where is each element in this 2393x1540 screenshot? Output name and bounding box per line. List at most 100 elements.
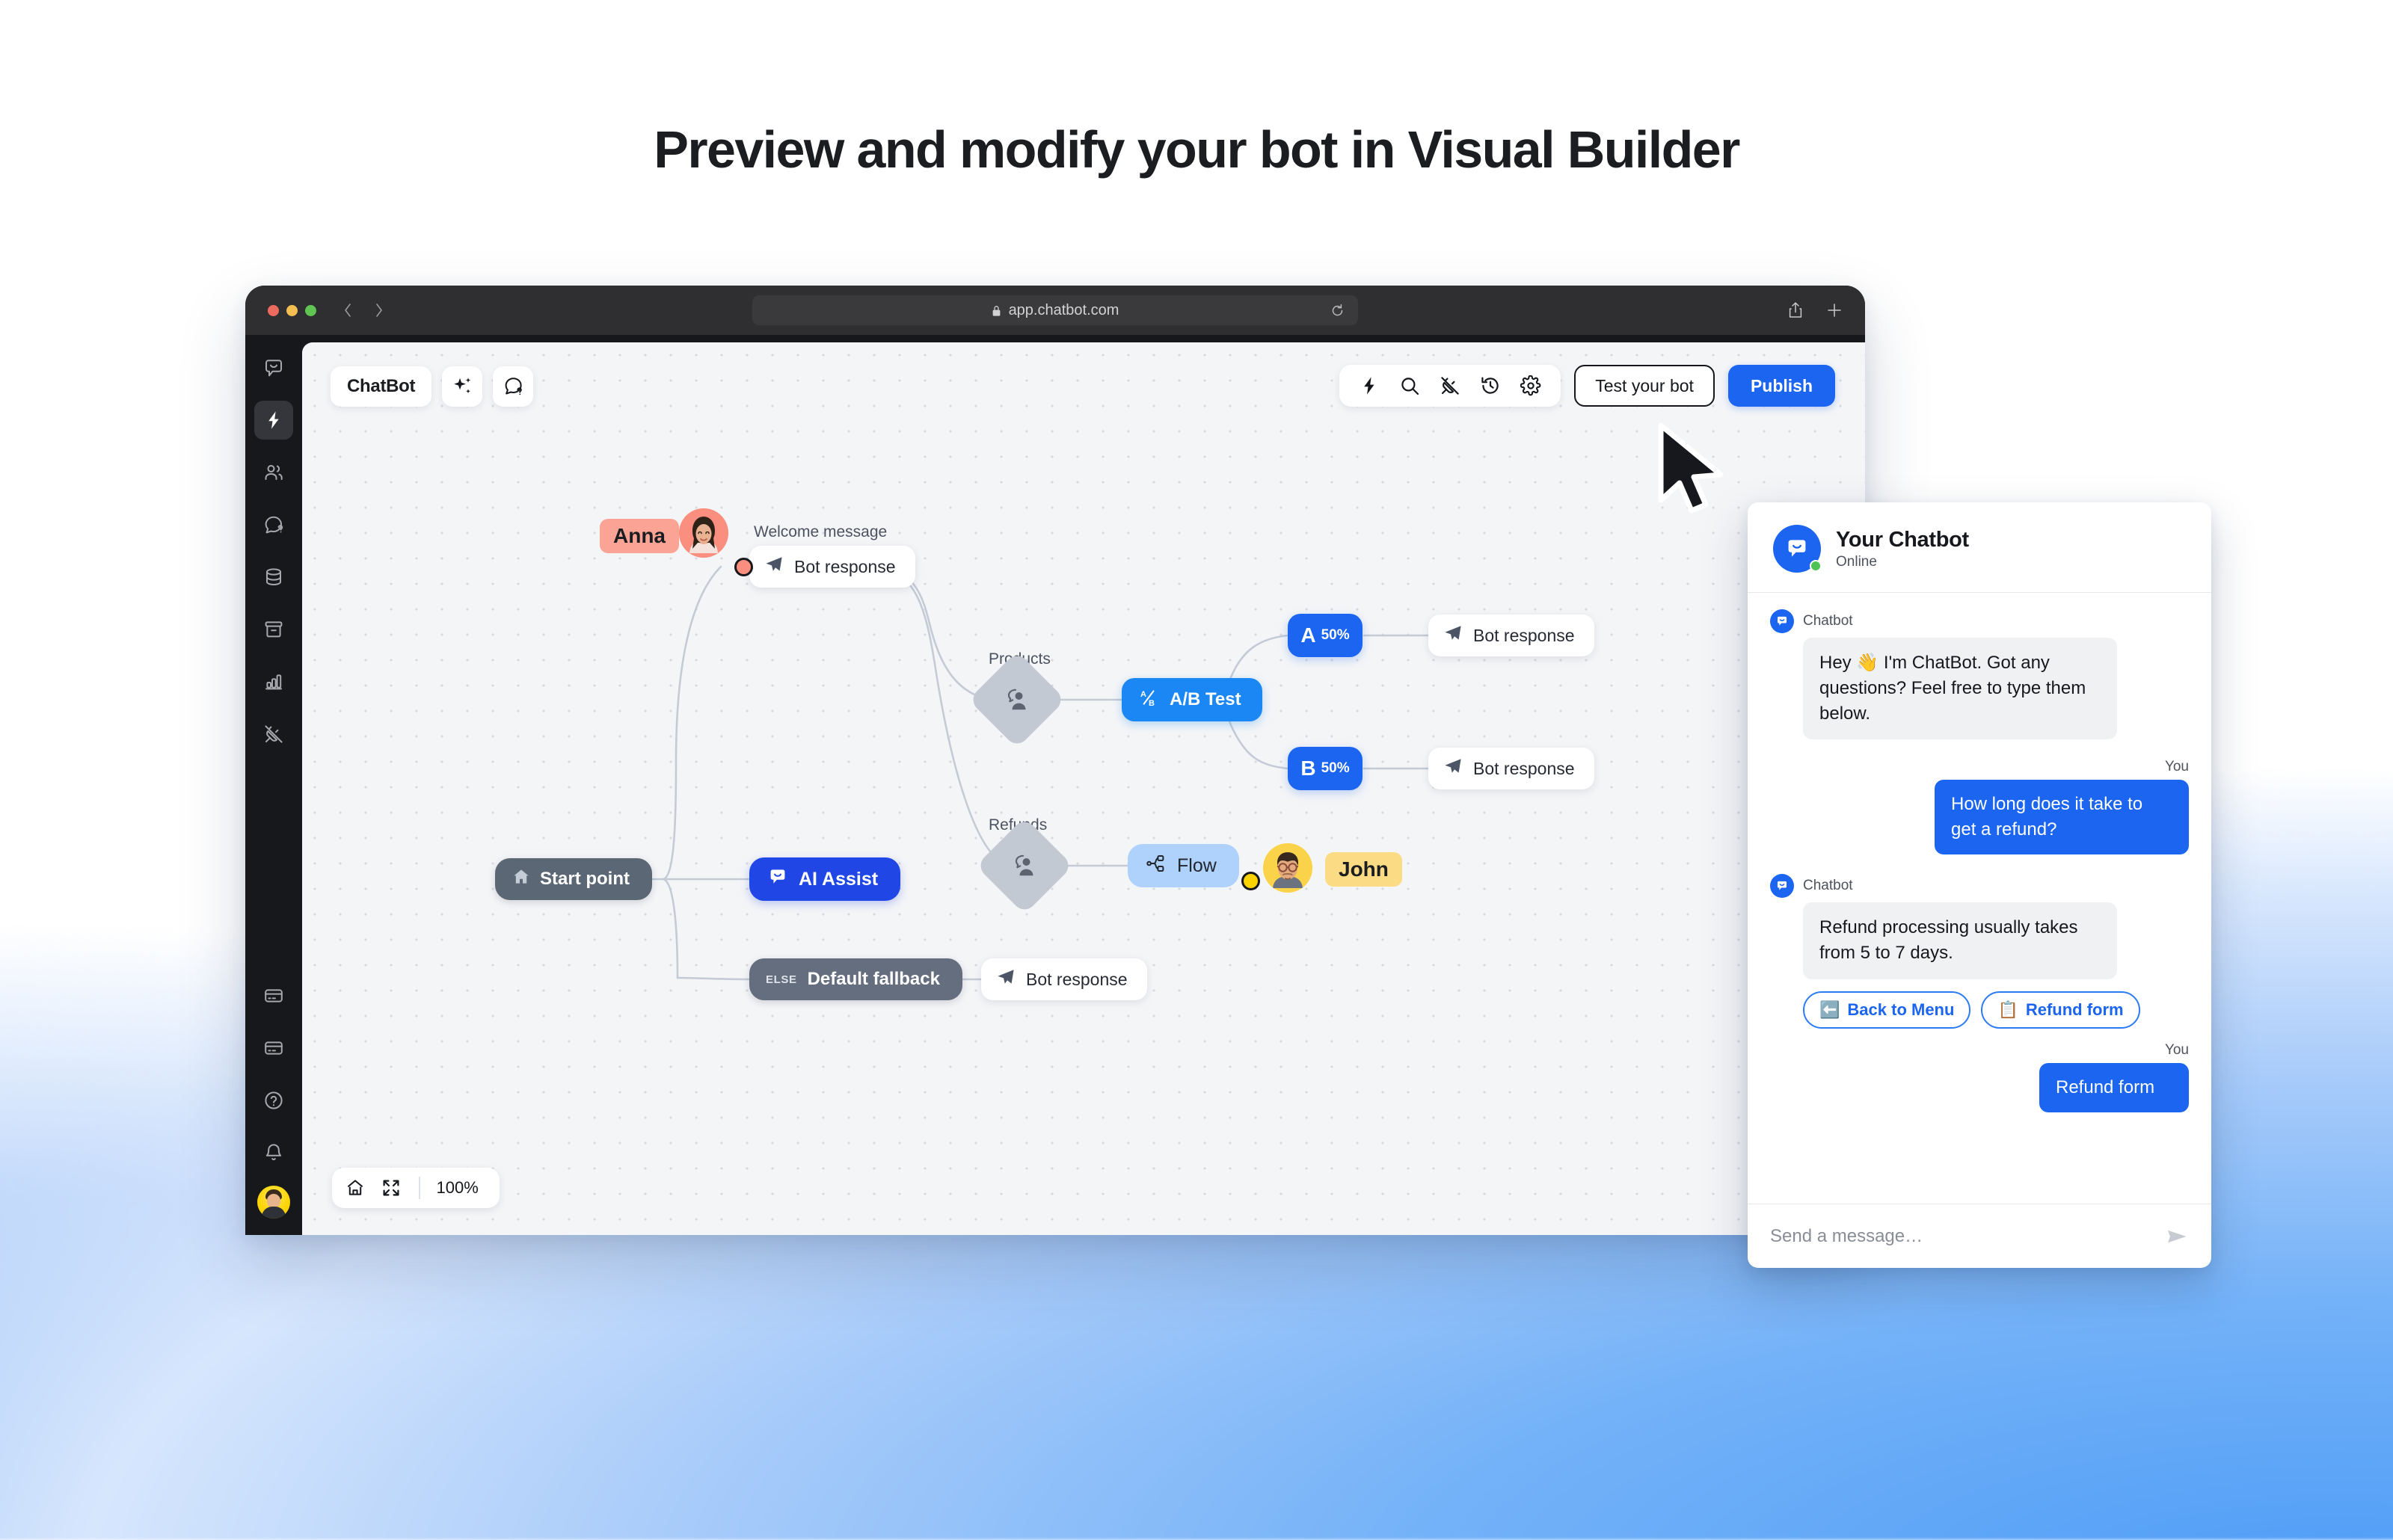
url-text: app.chatbot.com bbox=[1008, 301, 1119, 318]
sidebar-item-subscription[interactable] bbox=[254, 1029, 293, 1068]
canvas-icon-group[interactable] bbox=[1339, 365, 1561, 407]
node-variant-b[interactable]: B 50% bbox=[1288, 747, 1363, 790]
maximize-button[interactable] bbox=[305, 304, 316, 316]
send-icon[interactable] bbox=[2165, 1225, 2189, 1248]
sidebar-item-archive[interactable] bbox=[254, 610, 293, 649]
collaborator-avatar-anna bbox=[679, 508, 728, 558]
close-button[interactable] bbox=[268, 304, 279, 316]
collaborator-cursor-john bbox=[1241, 872, 1260, 890]
flow-canvas[interactable]: ChatBot Test your bot Publish Start poin… bbox=[302, 342, 1865, 1235]
share-icon[interactable] bbox=[1787, 301, 1804, 319]
message-input[interactable] bbox=[1770, 1225, 2165, 1247]
canvas-toolbar[interactable]: Test your bot Publish bbox=[1339, 365, 1835, 407]
svg-text:B: B bbox=[1149, 699, 1155, 708]
node-label: Bot response bbox=[1473, 758, 1575, 778]
new-tab-icon[interactable] bbox=[1826, 302, 1843, 318]
browser-actions[interactable] bbox=[1787, 301, 1843, 319]
variant-letter: A bbox=[1300, 623, 1316, 647]
sidebar-item-automations[interactable] bbox=[254, 401, 293, 440]
settings-icon[interactable] bbox=[1520, 375, 1541, 396]
sidebar-item-billing[interactable] bbox=[254, 976, 293, 1015]
message-sender: Chatbot bbox=[1770, 609, 2189, 633]
sidebar-item-chatbot-logo[interactable] bbox=[254, 348, 293, 387]
quick-reply-label: Back to Menu bbox=[1847, 1000, 1955, 1019]
chatbot-logo-icon bbox=[767, 866, 788, 893]
message-sender: You bbox=[2164, 1041, 2189, 1058]
variant-percent: 50% bbox=[1321, 760, 1350, 776]
sidebar-item-help[interactable] bbox=[254, 1081, 293, 1120]
quick-reply-label: Refund form bbox=[2025, 1000, 2124, 1019]
sidebar-item-conversations[interactable] bbox=[254, 505, 293, 544]
sparkles-icon[interactable] bbox=[442, 366, 483, 407]
zoom-controls[interactable]: 100% bbox=[332, 1168, 500, 1208]
browser-nav[interactable] bbox=[342, 301, 385, 319]
divider bbox=[419, 1177, 420, 1199]
node-label: Flow bbox=[1177, 854, 1217, 876]
lock-icon bbox=[992, 304, 1001, 316]
widget-status: Online bbox=[1836, 553, 1877, 570]
history-icon[interactable] bbox=[1480, 375, 1501, 396]
node-label: Default fallback bbox=[807, 969, 940, 989]
canvas-top-left-controls[interactable]: ChatBot bbox=[331, 366, 534, 407]
publish-button[interactable]: Publish bbox=[1727, 365, 1835, 407]
back-arrow-emoji-icon: ⬅️ bbox=[1819, 1000, 1840, 1019]
chatbot-logo-icon bbox=[1770, 874, 1794, 899]
send-icon bbox=[764, 555, 784, 579]
node-products-branch[interactable] bbox=[968, 650, 1066, 749]
flow-connectors bbox=[627, 565, 1431, 981]
fit-screen-icon[interactable] bbox=[375, 1172, 407, 1204]
chat-question-icon[interactable] bbox=[493, 366, 534, 407]
sidebar-item-knowledge-base[interactable] bbox=[254, 558, 293, 597]
online-status-dot bbox=[1810, 560, 1822, 572]
test-your-bot-button[interactable]: Test your bot bbox=[1574, 365, 1715, 407]
ab-split-icon: AB bbox=[1138, 687, 1159, 713]
node-welcome-bot-response[interactable]: Bot response bbox=[749, 546, 915, 588]
integrations-icon[interactable] bbox=[1440, 375, 1460, 396]
node-variant-a-response[interactable]: Bot response bbox=[1428, 615, 1594, 656]
sidebar-item-notifications[interactable] bbox=[254, 1133, 293, 1172]
widget-composer[interactable] bbox=[1748, 1204, 2211, 1268]
node-fallback-response[interactable]: Bot response bbox=[981, 958, 1147, 1000]
send-icon bbox=[1443, 623, 1463, 647]
node-default-fallback[interactable]: ELSE Default fallback bbox=[749, 958, 962, 1000]
node-start-point[interactable]: Start point bbox=[495, 858, 652, 900]
avatar[interactable] bbox=[257, 1186, 290, 1219]
node-flow[interactable]: Flow bbox=[1128, 844, 1239, 887]
reload-icon[interactable] bbox=[1330, 304, 1345, 318]
label-welcome-message: Welcome message bbox=[754, 523, 888, 540]
url-bar[interactable]: app.chatbot.com bbox=[752, 295, 1358, 325]
node-label: Bot response bbox=[794, 556, 896, 576]
flow-branch-icon bbox=[1146, 853, 1167, 879]
quick-reply-back-to-menu[interactable]: ⬅️ Back to Menu bbox=[1803, 991, 1971, 1029]
message-bubble: How long does it take to get a refund? bbox=[1935, 780, 2189, 855]
sidebar-item-analytics[interactable] bbox=[254, 662, 293, 701]
sidebar-item-contacts[interactable] bbox=[254, 453, 293, 492]
home-icon[interactable] bbox=[340, 1172, 371, 1204]
node-variant-a[interactable]: A 50% bbox=[1288, 614, 1363, 657]
node-ab-test[interactable]: AB A/B Test bbox=[1122, 678, 1262, 721]
svg-text:A: A bbox=[1140, 690, 1146, 699]
forward-icon[interactable] bbox=[372, 301, 385, 319]
message-bubble: Refund processing usually takes from 5 t… bbox=[1803, 902, 2117, 979]
variant-percent: 50% bbox=[1321, 627, 1350, 643]
chatbot-logo-icon bbox=[1770, 609, 1794, 633]
message-you-1: You How long does it take to get a refun… bbox=[1770, 759, 2189, 855]
node-ai-assist[interactable]: AI Assist bbox=[749, 857, 901, 901]
brand-button[interactable]: ChatBot bbox=[331, 366, 432, 407]
node-variant-b-response[interactable]: Bot response bbox=[1428, 748, 1594, 789]
app-sidebar bbox=[245, 335, 302, 1235]
sidebar-item-integrations[interactable] bbox=[254, 715, 293, 754]
send-icon bbox=[1443, 757, 1463, 780]
back-icon[interactable] bbox=[342, 301, 354, 319]
minimize-button[interactable] bbox=[286, 304, 298, 316]
quick-replies[interactable]: ⬅️ Back to Menu 📋 Refund form bbox=[1803, 991, 2189, 1029]
sender-name: Chatbot bbox=[1803, 613, 1853, 629]
window-controls[interactable] bbox=[268, 304, 316, 316]
node-refunds-branch[interactable] bbox=[975, 816, 1074, 915]
app-body: ChatBot Test your bot Publish Start poin… bbox=[245, 335, 1865, 1235]
widget-header: Your Chatbot Online bbox=[1748, 502, 2211, 592]
quick-reply-refund-form[interactable]: 📋 Refund form bbox=[1981, 991, 2140, 1029]
automations-icon[interactable] bbox=[1359, 375, 1380, 396]
search-icon[interactable] bbox=[1399, 375, 1420, 396]
chat-widget-preview[interactable]: Your Chatbot Online Chatbot Hey 👋 I'm Ch… bbox=[1748, 502, 2211, 1268]
